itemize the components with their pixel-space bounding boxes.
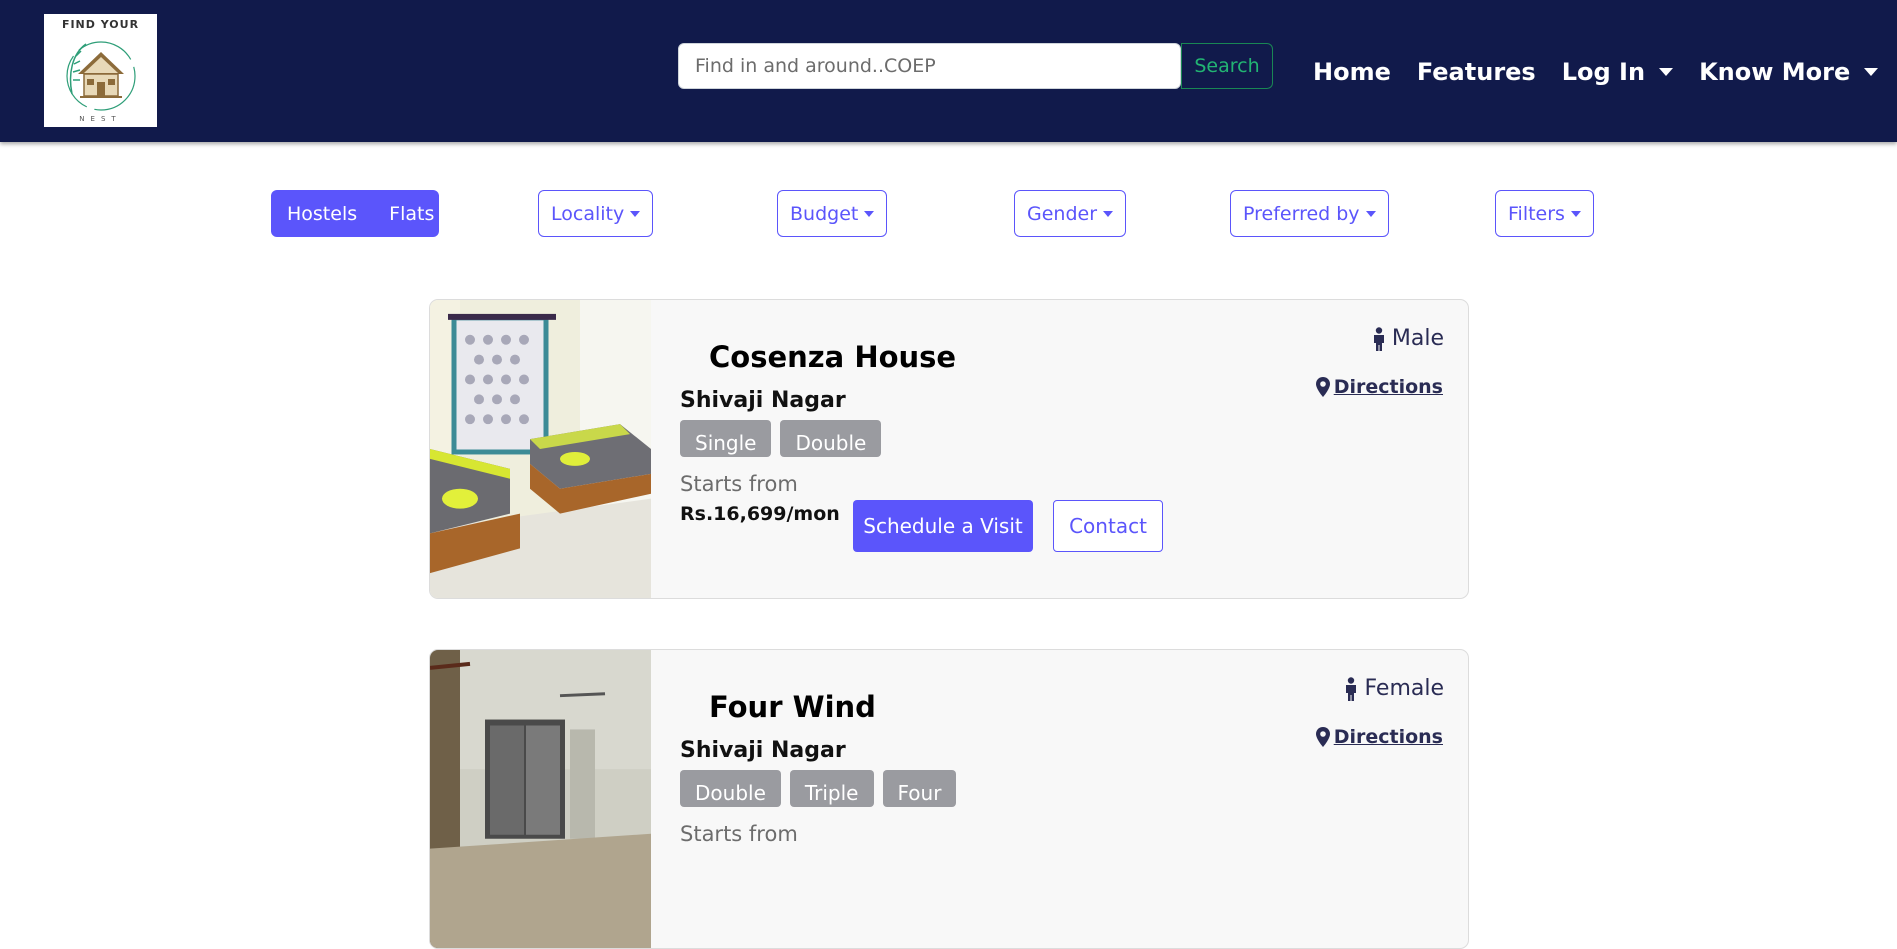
listing-card: Four Wind Shivaji Nagar Double Triple Fo… xyxy=(429,649,1469,949)
house-logo-icon xyxy=(66,41,136,111)
gender-label: Gender xyxy=(1027,202,1098,225)
preferred-by-dropdown[interactable]: Preferred by xyxy=(1230,190,1389,237)
navbar: FIND YOUR NEST Search Home Features Log … xyxy=(0,0,1897,142)
property-type-toggle: Hostels Flats xyxy=(271,190,439,237)
directions-link[interactable]: Directions xyxy=(1315,376,1443,398)
gender-badge: Female xyxy=(1344,676,1444,701)
nav-menu: Home Features Log In Know More xyxy=(1313,54,1897,90)
logo-text-bottom: NEST xyxy=(79,115,122,123)
nav-features-label: Features xyxy=(1416,58,1536,86)
logo-text-top: FIND YOUR xyxy=(61,18,140,31)
caret-down-icon xyxy=(1864,68,1879,76)
preferred-by-label: Preferred by xyxy=(1243,202,1360,225)
site-logo[interactable]: FIND YOUR NEST xyxy=(44,14,157,127)
budget-dropdown[interactable]: Budget xyxy=(777,190,888,237)
person-icon xyxy=(1373,326,1384,351)
nav-home-link[interactable]: Home xyxy=(1313,58,1391,86)
contact-button[interactable]: Contact xyxy=(1053,500,1163,552)
toggle-flats-button[interactable]: Flats xyxy=(373,190,450,237)
filters-label: Filters xyxy=(1508,202,1565,225)
locality-label: Locality xyxy=(551,202,625,225)
starts-from-label: Starts from xyxy=(680,822,798,846)
schedule-visit-button[interactable]: Schedule a Visit xyxy=(853,500,1033,552)
nav-login-label: Log In xyxy=(1561,58,1646,86)
room-type-tag: Double xyxy=(780,420,882,457)
search-button[interactable]: Search xyxy=(1181,43,1273,89)
room-type-tag: Double xyxy=(680,770,781,807)
listing-title: Cosenza House xyxy=(709,340,957,374)
caret-down-icon xyxy=(1570,210,1581,217)
search-input[interactable] xyxy=(678,43,1181,89)
caret-down-icon xyxy=(1365,210,1376,217)
caret-down-icon xyxy=(1659,68,1674,76)
directions-link[interactable]: Directions xyxy=(1315,726,1443,748)
room-type-tags: Single Double xyxy=(680,420,890,457)
nav-features-link[interactable]: Features xyxy=(1417,58,1536,86)
map-pin-icon xyxy=(1315,377,1330,397)
listing-price: Rs.16,699/mon xyxy=(680,503,840,525)
gender-dropdown[interactable]: Gender xyxy=(1014,190,1127,237)
directions-label: Directions xyxy=(1333,376,1443,398)
listing-photo[interactable] xyxy=(430,300,651,598)
listing-card: Cosenza House Shivaji Nagar Single Doubl… xyxy=(429,299,1469,599)
listing-locality: Shivaji Nagar xyxy=(680,738,846,763)
person-icon xyxy=(1346,676,1357,701)
room-type-tags: Double Triple Four xyxy=(680,770,965,807)
map-pin-icon xyxy=(1315,727,1330,747)
filters-dropdown[interactable]: Filters xyxy=(1495,190,1594,237)
listing-photo[interactable] xyxy=(430,650,651,948)
gender-label: Male xyxy=(1391,326,1444,351)
budget-label: Budget xyxy=(790,202,859,225)
directions-label: Directions xyxy=(1333,726,1443,748)
nav-know-more-dropdown[interactable]: Know More xyxy=(1699,58,1879,86)
nav-login-dropdown[interactable]: Log In xyxy=(1561,58,1674,86)
nav-home-label: Home xyxy=(1313,58,1391,86)
room-type-tag: Triple xyxy=(789,770,874,807)
toggle-hostels-button[interactable]: Hostels xyxy=(271,190,373,237)
starts-from-label: Starts from xyxy=(680,472,798,496)
gender-badge: Male xyxy=(1372,326,1444,351)
caret-down-icon xyxy=(864,210,875,217)
caret-down-icon xyxy=(1103,210,1114,217)
nav-know-more-label: Know More xyxy=(1699,58,1851,86)
room-type-tag: Four xyxy=(882,770,957,807)
gender-label: Female xyxy=(1364,676,1444,701)
listing-locality: Shivaji Nagar xyxy=(680,388,846,413)
listing-title: Four Wind xyxy=(709,690,876,724)
caret-down-icon xyxy=(630,210,641,217)
room-type-tag: Single xyxy=(680,420,772,457)
locality-dropdown[interactable]: Locality xyxy=(538,190,654,237)
